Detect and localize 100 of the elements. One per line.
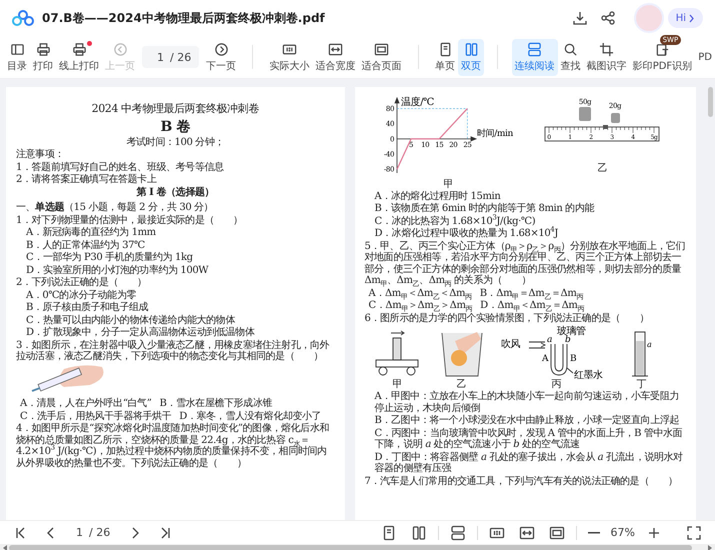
fit-width-icon	[328, 42, 344, 56]
figure-label: 玻璃管	[556, 326, 586, 337]
answer-option: B．雪水在屋檐下形成冰锥	[159, 398, 272, 410]
document-text: 1．答题前填写好自己的姓名、班级、考号等信息	[16, 162, 225, 174]
weight-drawing	[578, 107, 591, 121]
printer-icon	[36, 42, 50, 56]
answer-option: C．洗手后，用热风干手器将手烘干	[20, 410, 172, 422]
crop-icon	[599, 42, 614, 56]
cart-drawing	[375, 330, 418, 376]
u-tube-drawing	[550, 344, 567, 376]
document-heading: 一、单选题（15 小题，每题 2 分，共 30 分）	[16, 202, 214, 214]
answer-option: B．人的正常体温约为 37℃	[16, 240, 335, 252]
toolbar-button[interactable]: PD	[695, 48, 715, 66]
page-total: / 26	[89, 526, 110, 539]
axis-label: 温度/℃	[400, 97, 434, 108]
fit-page-icon	[548, 524, 565, 540]
document-text-icon	[654, 42, 670, 56]
answer-option: D．扩散现象中，分子一定从高温物体运动到低温物体	[16, 327, 335, 339]
document-section: 第 I 卷（选择题）	[16, 186, 335, 198]
answer-option: A．新冠病毒的直径约为 1mm	[16, 227, 335, 239]
window-title: 07.B卷——2024中考物理最后两套终极冲刺卷.pdf	[42, 10, 325, 26]
scroll-left-icon[interactable]	[3, 544, 7, 550]
answer-option: D．寒冬，雪人没有熔化却变小了	[179, 410, 322, 422]
fit-page-icon	[374, 42, 390, 56]
find-button[interactable]: 查找	[558, 38, 584, 76]
page-number-field[interactable]: 1	[76, 526, 86, 539]
answer-option: D．实验室所用的小灯泡的功率约为 100W	[16, 264, 335, 276]
answer-option: A．甲图中：立放在小车上的木块随小车一起向前匀速运动，小车受阻力停止运动，木块向后倾倒	[364, 391, 686, 414]
continuous-reading-button[interactable]: 连续阅读	[512, 38, 558, 76]
figure-caption: 甲	[444, 178, 454, 190]
figure-label: a	[646, 340, 651, 349]
print-button[interactable]: 打印	[30, 38, 56, 76]
beaker-ball-drawing	[441, 332, 482, 376]
fit-width-button[interactable]: 适合宽度	[312, 38, 359, 76]
cylinder-drawing	[631, 332, 648, 376]
question-text: 3．如图所示，在注射器中吸入少量液态乙醚，用橡皮塞堵住注射孔，向外拉动活塞，液态乙醚消失，下列选项中的物态变化与其相同的是（ ）	[16, 340, 330, 363]
blow-arrow	[528, 342, 546, 348]
leader-line	[566, 368, 573, 374]
double-page-icon	[410, 524, 427, 540]
screenshot-ocr-button[interactable]: 截图识字	[584, 38, 630, 76]
single-page-button[interactable]: 单页	[432, 38, 458, 76]
printer-icon	[72, 42, 86, 56]
weight-drawing	[610, 113, 620, 123]
next-icon	[214, 42, 229, 56]
answer-option: B．乙图中：将一个小球浸没在水中由静止释放，小球一定竖直向上浮起	[364, 415, 686, 426]
answer-option: C．Δm$_{甲}$＞Δm$_{乙}$＞Δm$_{丙}$	[368, 300, 472, 312]
answer-option: B．该物质在第 6min 时的内能等于第 8min 的内能	[364, 203, 686, 214]
figure-caption: 甲	[392, 379, 402, 390]
download-icon	[572, 10, 588, 26]
next-page-button[interactable]: 下一页	[203, 38, 240, 76]
answer-option: A．冰的熔化过程用时 15min	[364, 190, 686, 202]
minus-icon	[588, 532, 600, 534]
document-text: 2．请将答案正确填写在答题卡上	[16, 174, 158, 186]
syringe-hand-drawing	[32, 365, 104, 392]
zoom-level: 67%	[610, 526, 635, 539]
fit-page-button[interactable]: 适合页面	[358, 38, 405, 76]
document-text: 注意事项：	[16, 149, 66, 161]
chevron-right-icon	[688, 14, 695, 22]
question-text: 2．下列说法正确的是（ ）	[16, 277, 148, 289]
search-icon	[563, 42, 578, 56]
answer-option: A．Δm$_{甲}$＜Δm$_{乙}$＜Δm$_{丙}$	[368, 288, 472, 299]
share-icon	[600, 10, 616, 26]
answer-option: C．冰的比热容为 1.68×10$^{3}$J/(kg·℃)	[364, 216, 686, 227]
figure-caption: 乙	[456, 379, 466, 390]
online-print-button[interactable]: 线上打印	[56, 38, 102, 76]
continuous-pages-icon	[527, 42, 542, 56]
fit-width-icon	[518, 524, 535, 540]
answer-option: B．Δm$_{甲}$＝Δm$_{乙}$＝Δm$_{丙}$	[480, 288, 584, 299]
answer-option: D．冰熔化过程中吸收的热量为 1.68×10$^{4}$J	[364, 228, 686, 240]
question-text: 1．对下列物理量的估测中，最接近实际的是（ ）	[16, 214, 244, 226]
figure-caption: 丁	[636, 379, 646, 390]
answer-option: C．热量可以由内能小的物体传递给内能大的物体	[16, 314, 335, 326]
continuous-pages-icon	[450, 524, 466, 540]
single-page-icon	[438, 42, 453, 56]
answer-option: A．清晨，人在户外呼出“白气”	[20, 398, 152, 410]
page-number-field[interactable]: 1	[150, 50, 164, 64]
figure-caption: 乙	[598, 163, 608, 174]
document-title: 2024 中考物理最后两套终极冲刺卷	[90, 103, 260, 116]
double-page-button[interactable]: 双页	[458, 38, 484, 76]
actual-size-button[interactable]: 实际大小	[266, 38, 313, 76]
greeting-button[interactable]: Hi	[668, 8, 703, 28]
horizontal-scrollbar[interactable]	[0, 544, 715, 550]
figure-label: B	[570, 354, 576, 364]
page-total: / 26	[170, 50, 192, 64]
answer-option: C．一部华为 P30 手机的质量约为 1kg	[16, 252, 335, 264]
question-text: 7．汽车是人们常用的交通工具，下列与汽车有关的说法正确的是（ ）	[364, 476, 679, 487]
scrollbar-thumb[interactable]	[708, 87, 714, 117]
scroll-right-icon[interactable]	[708, 544, 712, 550]
figure-label: A	[542, 354, 548, 364]
question-text: 4．如图甲所示是“探究冰熔化时温度随加热时间变化”的图像，熔化后水和烧杯的总质量如图乙所示，空烧杯的质量是 22.4g，水的比热容 c$_{水}$＝4.2×10$^{3}$ J/(kg·℃)，加热过程中烧杯内物质的质量保持不变，相同时间内从外界吸收的热量也不变。下列说法正确的是（ ）	[16, 423, 330, 470]
answer-option: D．Δm$_{甲}$＜Δm$_{乙}$＝Δm$_{丙}$	[480, 300, 584, 312]
figure-label: b	[564, 335, 570, 345]
cloud-logo-icon	[12, 10, 34, 26]
answer-option: D．丁图中：将容器侧壁 a 孔处的塞子拔出，水会从 a 孔流出，说明水对容器的侧壁有压强	[364, 452, 686, 474]
sidebar-icon	[10, 42, 24, 56]
double-page-icon	[464, 42, 479, 56]
previous-icon	[112, 42, 128, 56]
document-meta: 考试时间：100 分钟；	[126, 136, 225, 148]
figure-label: 红墨水	[574, 370, 602, 379]
contents-button[interactable]: 目录	[4, 38, 30, 76]
